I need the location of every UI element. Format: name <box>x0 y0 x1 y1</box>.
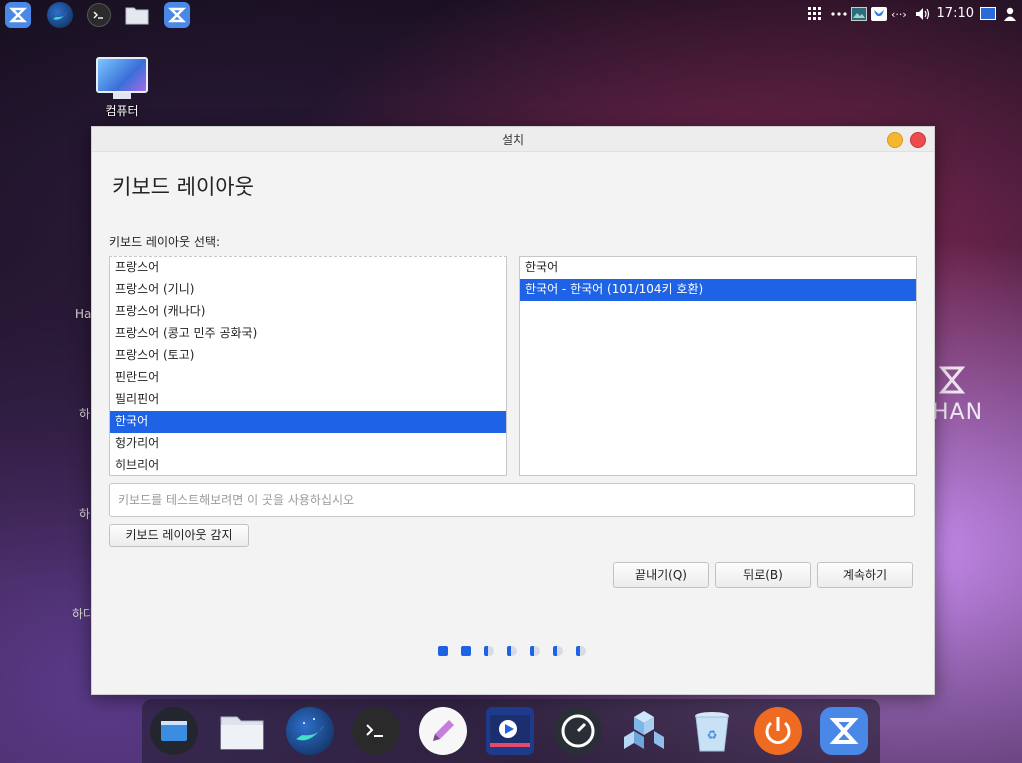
minimize-button[interactable] <box>887 132 903 148</box>
list-item[interactable]: 한국어 <box>110 411 506 433</box>
list-item[interactable]: 한국어 <box>520 257 916 279</box>
quit-button[interactable]: 끝내기(Q) <box>613 562 709 588</box>
app-grid-icon[interactable] <box>808 7 822 21</box>
progress-step <box>484 646 494 656</box>
list-item[interactable]: 프랑스어 (토고) <box>110 345 506 367</box>
list-item[interactable]: 프랑스어 <box>110 257 506 279</box>
terminal-icon[interactable] <box>87 3 111 27</box>
list-item[interactable]: 핀란드어 <box>110 367 506 389</box>
desktop-shortcut-label[interactable]: 하 <box>79 505 90 522</box>
progress-step <box>530 646 540 656</box>
keyboard-test-input[interactable] <box>109 483 915 517</box>
list-item[interactable]: 히브리어 <box>110 455 506 475</box>
back-button[interactable]: 뒤로(B) <box>715 562 811 588</box>
page-title: 키보드 레이아웃 <box>112 175 254 199</box>
desktop-shortcut-label[interactable]: Ha <box>75 307 91 321</box>
computer-icon <box>96 57 148 93</box>
hamonikr-logo-icon[interactable] <box>820 707 868 755</box>
whale-browser-icon[interactable] <box>47 2 73 28</box>
installer-window: 설치 키보드 레이아웃 키보드 레이아웃 선택: 프랑스어 프랑스어 (기니) 프랑… <box>91 126 935 695</box>
trash-icon[interactable]: ♻ <box>688 707 736 755</box>
desktop-shortcut-label[interactable]: 하 <box>79 405 90 422</box>
hamonikr-app-icon[interactable] <box>164 2 190 28</box>
window-titlebar[interactable]: 설치 <box>92 127 934 152</box>
dock: ♻ <box>142 699 880 763</box>
continue-button[interactable]: 계속하기 <box>817 562 913 588</box>
desktop-computer-label: 컴퓨터 <box>105 104 139 118</box>
list-item[interactable]: 필리핀어 <box>110 389 506 411</box>
wallpaper-brand-logo: HAN <box>932 360 1022 425</box>
list-item[interactable]: 프랑스어 (캐나다) <box>110 301 506 323</box>
app-tray-icon[interactable] <box>871 7 887 21</box>
folder-icon[interactable] <box>124 2 150 28</box>
window-title: 설치 <box>501 133 525 147</box>
list-item[interactable]: 헝가리어 <box>110 433 506 455</box>
video-editor-icon[interactable] <box>486 707 534 755</box>
system-monitor-icon[interactable] <box>554 707 602 755</box>
progress-step <box>576 646 586 656</box>
keyboard-layout-list[interactable]: 프랑스어 프랑스어 (기니) 프랑스어 (캐나다) 프랑스어 (콩고 민주 공화국) 프… <box>109 256 507 476</box>
image-viewer-icon[interactable] <box>851 7 867 21</box>
display-icon[interactable] <box>980 7 996 21</box>
list-item[interactable]: 한국어 - 한국어 (101/104키 호환) <box>520 279 916 301</box>
detect-layout-button[interactable]: 키보드 레이아웃 감지 <box>109 524 249 547</box>
user-icon[interactable] <box>1003 7 1017 21</box>
progress-step <box>507 646 517 656</box>
svg-text:♻: ♻ <box>707 728 718 742</box>
list-item[interactable]: 프랑스어 (기니) <box>110 279 506 301</box>
volume-icon[interactable] <box>915 7 931 21</box>
power-icon[interactable] <box>754 707 802 755</box>
desktop-computer-shortcut[interactable]: 컴퓨터 <box>96 57 148 119</box>
list-item[interactable]: 프랑스어 (콩고 민주 공화국) <box>110 323 506 345</box>
network-icon[interactable]: ‹··› <box>891 7 913 21</box>
file-manager-icon[interactable] <box>218 707 266 755</box>
text-editor-icon[interactable] <box>419 707 467 755</box>
package-manager-icon[interactable] <box>620 707 668 755</box>
progress-step <box>461 646 471 656</box>
clock[interactable]: 17:10 <box>937 6 974 21</box>
whale-browser-icon[interactable] <box>286 707 334 755</box>
terminal-icon[interactable] <box>352 707 400 755</box>
progress-step <box>438 646 448 656</box>
keyboard-variant-list[interactable]: 한국어 한국어 - 한국어 (101/104키 호환) <box>519 256 917 476</box>
window-switcher-icon[interactable] <box>150 707 198 755</box>
hamonikr-logo-icon[interactable] <box>5 2 31 28</box>
close-button[interactable] <box>910 132 926 148</box>
layout-select-label: 키보드 레이아웃 선택: <box>109 235 221 249</box>
progress-step <box>553 646 563 656</box>
more-icon[interactable] <box>831 7 847 21</box>
top-panel: ‹··› 17:10 <box>0 0 1022 28</box>
